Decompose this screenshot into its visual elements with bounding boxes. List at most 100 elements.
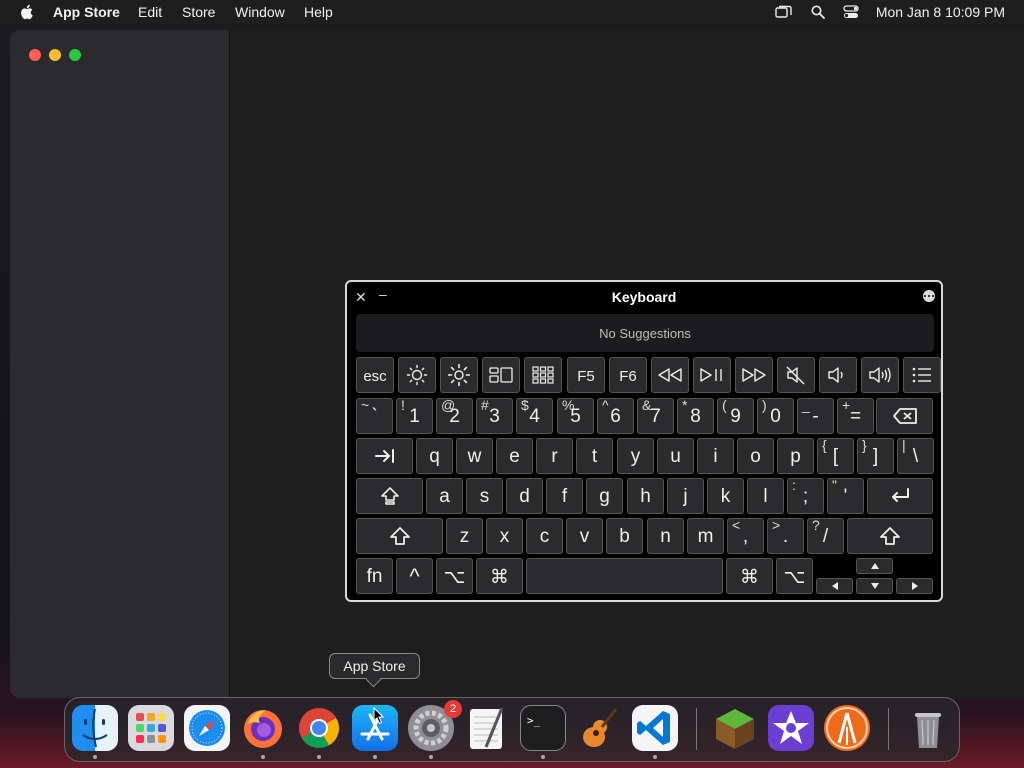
key-/[interactable]: ? / <box>807 517 844 554</box>
window-zoom-button[interactable] <box>69 49 81 61</box>
minecraft-icon[interactable] <box>712 705 758 751</box>
key-d[interactable]: d <box>506 478 543 514</box>
key-t[interactable]: t <box>576 438 613 474</box>
key-arrow-right[interactable] <box>896 578 933 594</box>
key-e[interactable]: e <box>496 438 533 474</box>
key-m[interactable]: m <box>687 518 724 554</box>
key-left-shift[interactable] <box>356 518 443 554</box>
key-c[interactable]: c <box>526 518 563 554</box>
key-arrow-up[interactable] <box>856 558 893 574</box>
key-list[interactable] <box>903 357 941 393</box>
key-space[interactable] <box>526 558 723 594</box>
key-arrow-down[interactable] <box>856 578 893 594</box>
key-a[interactable]: a <box>426 478 463 514</box>
key-o[interactable]: o <box>737 438 774 474</box>
textedit-icon[interactable] <box>464 705 510 751</box>
key-][interactable]: }] <box>857 437 894 474</box>
key-right-option[interactable]: ⌥ <box>776 558 813 594</box>
menu-window[interactable]: Window <box>235 4 285 20</box>
key-w[interactable]: w <box>456 438 493 474</box>
key-.[interactable]: >. <box>767 517 804 554</box>
key-g[interactable]: g <box>586 478 623 514</box>
key-q[interactable]: q <box>416 438 453 474</box>
key-\[interactable]: | \ <box>897 437 934 474</box>
key-h[interactable]: h <box>627 478 664 514</box>
instruments-icon[interactable] <box>824 705 870 751</box>
key-n[interactable]: n <box>647 518 684 554</box>
key-y[interactable]: y <box>617 438 654 474</box>
key-launchpad[interactable] <box>524 357 562 393</box>
chrome-icon[interactable] <box>296 705 342 751</box>
key-fn[interactable]: fn <box>356 558 393 594</box>
safari-icon[interactable] <box>184 705 230 751</box>
window-minimize-button[interactable] <box>49 49 61 61</box>
garageband-icon[interactable] <box>576 705 622 751</box>
key-play-pause[interactable] <box>693 357 731 393</box>
key-brightness-up[interactable] <box>440 357 478 393</box>
window-close-button[interactable] <box>29 49 41 61</box>
key-arrow-left[interactable] <box>816 578 853 594</box>
key-u[interactable]: u <box>657 438 694 474</box>
key-,[interactable]: <, <box>727 517 764 554</box>
key-control[interactable]: ^ <box>396 558 433 594</box>
key-x[interactable]: x <box>486 518 523 554</box>
key-j[interactable]: j <box>667 478 704 514</box>
menu-app-name[interactable]: App Store <box>53 4 120 20</box>
menu-help[interactable]: Help <box>304 4 333 20</box>
key-right-shift[interactable] <box>847 518 933 554</box>
key-i[interactable]: i <box>697 438 734 474</box>
key-f[interactable]: f <box>546 478 583 514</box>
key-volume-up[interactable] <box>861 357 899 393</box>
key-9[interactable]: (9 <box>717 397 754 434</box>
key-right-command[interactable]: ⌘ <box>726 558 773 594</box>
key-4[interactable]: $4 <box>516 397 553 434</box>
imovie-icon[interactable] <box>768 705 814 751</box>
terminal-icon[interactable]: >_ <box>520 705 566 751</box>
menu-store[interactable]: Store <box>182 4 215 20</box>
key-volume-down[interactable] <box>819 357 857 393</box>
key-left-option[interactable]: ⌥ <box>436 558 473 594</box>
key-f5[interactable]: F5 <box>567 357 605 393</box>
key-6[interactable]: ^ 6 <box>597 397 634 434</box>
launchpad-icon[interactable] <box>128 705 174 751</box>
key-v[interactable]: v <box>566 518 603 554</box>
key-mission-control[interactable] <box>482 357 520 393</box>
menu-bar-clock[interactable]: Mon Jan 8 10:09 PM <box>876 4 1005 20</box>
key-`[interactable]: ~ ` <box>356 397 393 434</box>
key--[interactable]: _ - <box>797 397 834 434</box>
firefox-icon[interactable] <box>240 705 286 751</box>
key-left-command[interactable]: ⌘ <box>476 558 523 594</box>
menu-edit[interactable]: Edit <box>138 4 162 20</box>
key-k[interactable]: k <box>707 478 744 514</box>
key-fast-forward[interactable] <box>735 357 773 393</box>
key-5[interactable]: % 5 <box>557 397 594 434</box>
key-brightness-down[interactable] <box>398 357 436 393</box>
key-caps-lock[interactable] <box>356 478 423 514</box>
key-z[interactable]: z <box>446 518 483 554</box>
apple-logo-icon[interactable] <box>18 3 36 21</box>
key-s[interactable]: s <box>466 478 503 514</box>
key-3[interactable]: #3 <box>476 397 513 434</box>
spotlight-search-icon[interactable] <box>811 5 825 19</box>
key-r[interactable]: r <box>536 438 573 474</box>
key-'[interactable]: " ' <box>827 477 864 514</box>
more-options-icon[interactable] <box>923 290 935 302</box>
key-0[interactable]: ) 0 <box>757 397 794 434</box>
key-1[interactable]: ! 1 <box>396 397 433 434</box>
trash-icon[interactable] <box>905 705 951 751</box>
vscode-icon[interactable] <box>632 705 678 751</box>
key-p[interactable]: p <box>777 438 814 474</box>
key-[[interactable]: {[ <box>817 437 854 474</box>
key-7[interactable]: & 7 <box>637 397 674 434</box>
key-;[interactable]: :; <box>787 477 824 514</box>
key-rewind[interactable] <box>651 357 689 393</box>
key-=[interactable]: + = <box>837 397 874 434</box>
key-esc[interactable]: esc <box>356 357 394 393</box>
key-f6[interactable]: F6 <box>609 357 647 393</box>
key-l[interactable]: l <box>747 478 784 514</box>
key-b[interactable]: b <box>606 518 643 554</box>
control-center-icon[interactable] <box>843 4 859 20</box>
system-settings-icon[interactable]: 2 <box>408 700 462 751</box>
key-2[interactable]: @2 <box>436 397 473 434</box>
key-8[interactable]: * 8 <box>677 397 714 434</box>
